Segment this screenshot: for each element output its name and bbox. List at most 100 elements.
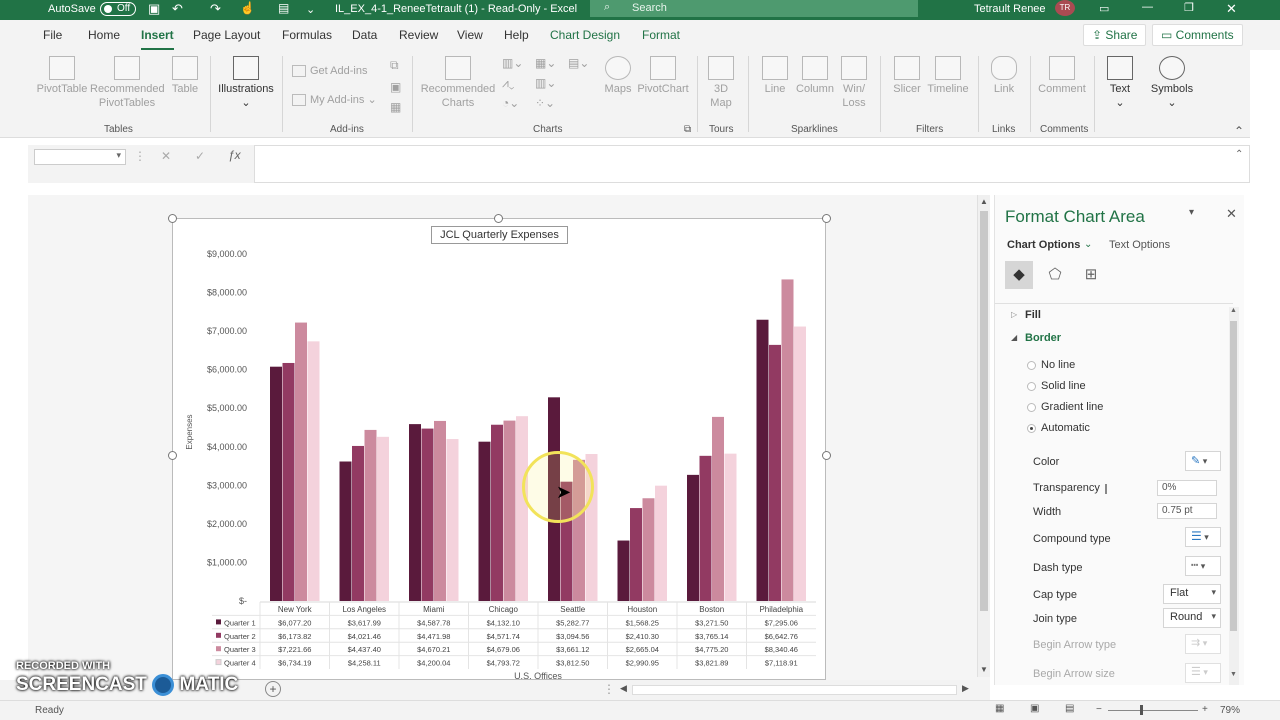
tab-format[interactable]: Format [642,28,680,42]
user-name[interactable]: Tetrault Renee [974,3,1046,15]
formula-input[interactable] [254,145,1250,183]
pivotchart-button[interactable]: PivotChart [636,56,690,96]
people-graph-icon[interactable]: ▣ [390,80,401,94]
resize-handle[interactable] [822,214,831,223]
bing-maps-icon[interactable]: ⧉ [390,58,399,72]
scroll-thumb[interactable] [1230,321,1237,631]
ribbon-display-icon[interactable]: ▭ [1099,2,1109,15]
horizontal-scrollbar[interactable] [632,685,957,695]
scroll-right-icon[interactable]: ▶ [962,683,969,694]
border-section-header[interactable]: Border [1025,332,1061,344]
scroll-up-icon[interactable]: ▲ [980,197,988,206]
pie-chart-icon[interactable]: ◔⌄ [502,96,519,110]
tab-chart-options[interactable]: Chart Options [1007,239,1080,251]
page-break-view-icon[interactable]: ▤ [1065,703,1074,714]
scroll-thumb[interactable] [980,211,988,611]
tab-page-layout[interactable]: Page Layout [193,28,260,42]
scatter-chart-icon[interactable]: ⁘⌄ [535,96,555,110]
symbols-button[interactable]: Symbols ⌄ [1148,56,1196,110]
name-box[interactable]: ▾ [34,149,126,165]
radio-no-line[interactable] [1027,361,1036,370]
radio-automatic[interactable] [1027,424,1036,433]
save-icon[interactable]: ▣ [148,1,160,17]
search-box[interactable]: ⌕ Search [590,0,918,17]
collapse-ribbon-icon[interactable]: ⌃ [1234,124,1244,138]
resize-handle[interactable] [168,214,177,223]
radio-solid-line[interactable] [1027,382,1036,391]
scroll-down-icon[interactable]: ▼ [980,665,988,674]
text-button[interactable]: Text ⌄ [1104,56,1136,110]
pane-scrollbar[interactable]: ▲ ▼ [1229,307,1239,685]
transparency-slider[interactable] [1105,484,1107,494]
zoom-in-icon[interactable]: + [1202,704,1208,715]
3d-map-button[interactable]: 3D Map [704,56,738,110]
zoom-level[interactable]: 79% [1220,705,1240,716]
print-preview-icon[interactable]: ▤ [278,1,289,15]
expand-formula-icon[interactable]: ⌃ [1235,149,1243,160]
scroll-down-icon[interactable]: ▼ [1230,671,1237,678]
scroll-left-icon[interactable]: ◀ [620,683,627,694]
vertical-scrollbar[interactable]: ▲ ▼ [977,195,990,677]
add-sheet-icon[interactable]: + [265,681,281,697]
get-addins-button[interactable]: Get Add-ins [292,64,367,78]
undo-icon[interactable]: ↶ [172,1,183,17]
begin-arrow-size-dropdown[interactable]: ☰ ▾ [1185,663,1221,683]
touch-mode-icon[interactable]: ☝ [240,1,255,15]
tab-home[interactable]: Home [88,28,120,42]
tab-help[interactable]: Help [504,28,529,42]
begin-arrow-type-dropdown[interactable]: ⇉ ▾ [1185,634,1221,654]
join-type-dropdown[interactable]: Round [1163,608,1221,628]
waterfall-chart-icon[interactable]: ▤⌄ [568,56,589,70]
restore-icon[interactable]: ❐ [1184,1,1194,14]
normal-view-icon[interactable]: ▦ [995,703,1004,714]
chart-title[interactable]: JCL Quarterly Expenses [431,226,568,244]
comment-button[interactable]: Comment [1036,56,1088,96]
line-chart-icon[interactable]: ⩘⌄ [502,76,514,90]
column-chart-icon[interactable]: ▥⌄ [502,56,523,70]
pane-close-icon[interactable]: ✕ [1226,206,1237,222]
zoom-out-icon[interactable]: − [1096,704,1102,715]
recommended-pivottables-button[interactable]: Recommended PivotTables [90,56,165,110]
illustrations-button[interactable]: Illustrations ⌄ [216,56,276,110]
tab-chart-design[interactable]: Chart Design [550,28,620,42]
link-button[interactable]: Link [988,56,1020,96]
sparkline-column-button[interactable]: Column [795,56,835,96]
insert-function-icon[interactable]: ƒx [228,148,241,162]
tab-view[interactable]: View [457,28,483,42]
scroll-up-icon[interactable]: ▲ [1230,307,1237,314]
zoom-slider[interactable] [1108,710,1198,711]
cancel-icon[interactable]: ✕ [161,149,171,163]
cap-type-dropdown[interactable]: Flat [1163,584,1221,604]
table-button[interactable]: Table [168,56,202,96]
recommended-charts-button[interactable]: Recommended Charts [420,56,496,110]
share-button[interactable]: ⇪ Share [1083,24,1147,46]
redo-icon[interactable]: ↷ [210,1,221,17]
customize-qat-icon[interactable]: ⌄ [306,3,315,16]
page-layout-view-icon[interactable]: ▣ [1030,703,1039,714]
pivottable-button[interactable]: PivotTable [36,56,88,96]
tab-text-options[interactable]: Text Options [1109,239,1170,251]
comments-button[interactable]: ▭ Comments [1152,24,1243,46]
hierarchy-chart-icon[interactable]: ▦⌄ [535,56,556,70]
minimize-icon[interactable]: — [1142,1,1153,13]
tab-review[interactable]: Review [399,28,438,42]
statistic-chart-icon[interactable]: ▥⌄ [535,76,556,90]
compound-type-dropdown[interactable]: ☰ ▾ [1185,527,1221,547]
pane-options-icon[interactable]: ▾ [1189,207,1194,218]
width-input[interactable]: 0.75 pt [1157,503,1217,519]
tab-insert[interactable]: Insert [141,28,174,51]
charts-launcher-icon[interactable]: ⧉ [684,124,691,135]
transparency-input[interactable]: 0% [1157,480,1217,496]
fill-line-icon[interactable]: ◆ [1005,261,1033,289]
autosave-toggle[interactable]: Off [100,2,136,16]
expand-icon[interactable]: ▷ [1011,310,1017,319]
tab-data[interactable]: Data [352,28,377,42]
sparkline-winloss-button[interactable]: Win/ Loss [838,56,870,110]
resize-handle[interactable] [494,214,503,223]
zoom-slider-thumb[interactable] [1140,705,1143,715]
enter-icon[interactable]: ✓ [195,149,205,163]
dash-type-dropdown[interactable]: ┅ ▾ [1185,556,1221,576]
color-picker[interactable]: ✎ ▾ [1185,451,1221,471]
tab-file[interactable]: File [43,28,62,42]
avatar[interactable]: TR [1055,0,1075,16]
